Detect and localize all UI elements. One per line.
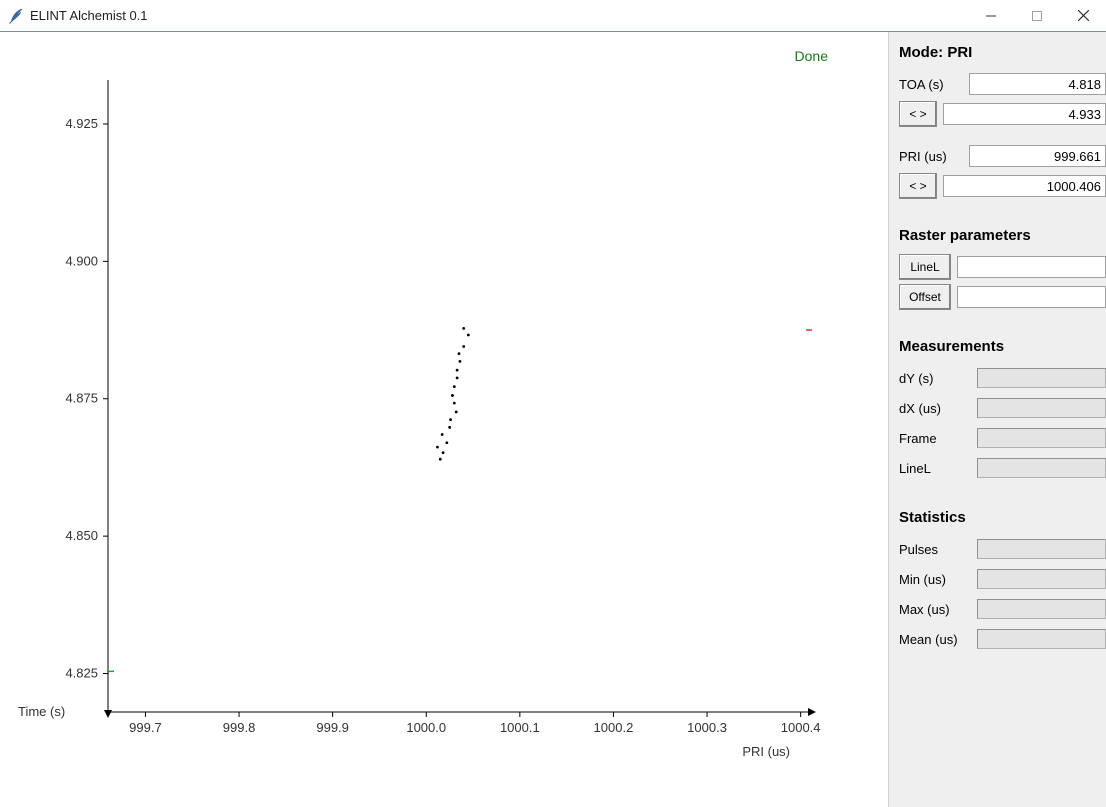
close-button[interactable]	[1060, 0, 1106, 31]
svg-text:4.925: 4.925	[65, 116, 98, 131]
meas-linel-label: LineL	[899, 461, 977, 476]
svg-text:1000.3: 1000.3	[687, 720, 727, 735]
toa-range-button[interactable]: < >	[899, 101, 937, 127]
statistics-heading: Statistics	[899, 509, 1106, 526]
app-feather-icon	[8, 8, 24, 24]
stats-max-label: Max (us)	[899, 602, 977, 617]
stats-pulses-field	[977, 539, 1106, 559]
svg-text:4.850: 4.850	[65, 528, 98, 543]
svg-text:4.825: 4.825	[65, 666, 98, 681]
meas-frame-field	[977, 428, 1106, 448]
offset-input[interactable]	[957, 286, 1106, 308]
svg-text:999.9: 999.9	[316, 720, 349, 735]
svg-text:4.875: 4.875	[65, 391, 98, 406]
measurements-heading: Measurements	[899, 338, 1106, 355]
pri-max-input[interactable]	[943, 175, 1106, 197]
toa-min-input[interactable]	[969, 73, 1106, 95]
maximize-button[interactable]	[1014, 0, 1060, 31]
raster-heading: Raster parameters	[899, 227, 1106, 244]
svg-text:PRI (us): PRI (us)	[742, 744, 790, 759]
stats-mean-field	[977, 629, 1106, 649]
meas-dx-label: dX (us)	[899, 401, 977, 416]
svg-text:999.7: 999.7	[129, 720, 162, 735]
linel-button[interactable]: LineL	[899, 254, 951, 280]
meas-frame-label: Frame	[899, 431, 977, 446]
stats-max-field	[977, 599, 1106, 619]
titlebar: ELINT Alchemist 0.1	[0, 0, 1106, 32]
meas-dy-field	[977, 368, 1106, 388]
pri-min-input[interactable]	[969, 145, 1106, 167]
window-title: ELINT Alchemist 0.1	[30, 8, 148, 23]
minimize-button[interactable]	[968, 0, 1014, 31]
toa-label: TOA (s)	[899, 77, 969, 92]
mode-heading: Mode: PRI	[899, 44, 1106, 61]
pri-range-button[interactable]: < >	[899, 173, 937, 199]
toa-max-input[interactable]	[943, 103, 1106, 125]
stats-min-field	[977, 569, 1106, 589]
svg-text:1000.2: 1000.2	[594, 720, 634, 735]
svg-text:4.900: 4.900	[65, 253, 98, 268]
stats-min-label: Min (us)	[899, 572, 977, 587]
scatter-plot[interactable]: 999.7 999.8 999.9 1000.0 1000.1 1000.2 1000.3 1…	[0, 32, 888, 807]
meas-dx-field	[977, 398, 1106, 418]
meas-linel-field	[977, 458, 1106, 478]
meas-dy-label: dY (s)	[899, 371, 977, 386]
side-panel: Mode: PRI TOA (s) < > PRI (us) < > Raste…	[888, 32, 1106, 807]
svg-text:999.8: 999.8	[223, 720, 256, 735]
linel-input[interactable]	[957, 256, 1106, 278]
plot-area[interactable]: Done 999.7999.8999.91000.01000.11000.210…	[0, 32, 888, 807]
window-controls	[968, 0, 1106, 31]
offset-button[interactable]: Offset	[899, 284, 951, 310]
pri-label: PRI (us)	[899, 149, 969, 164]
stats-pulses-label: Pulses	[899, 542, 977, 557]
svg-text:1000.1: 1000.1	[500, 720, 540, 735]
svg-text:1000.4: 1000.4	[781, 720, 821, 735]
svg-text:1000.0: 1000.0	[406, 720, 446, 735]
stats-mean-label: Mean (us)	[899, 632, 977, 647]
svg-text:Time (s): Time (s)	[18, 704, 65, 719]
